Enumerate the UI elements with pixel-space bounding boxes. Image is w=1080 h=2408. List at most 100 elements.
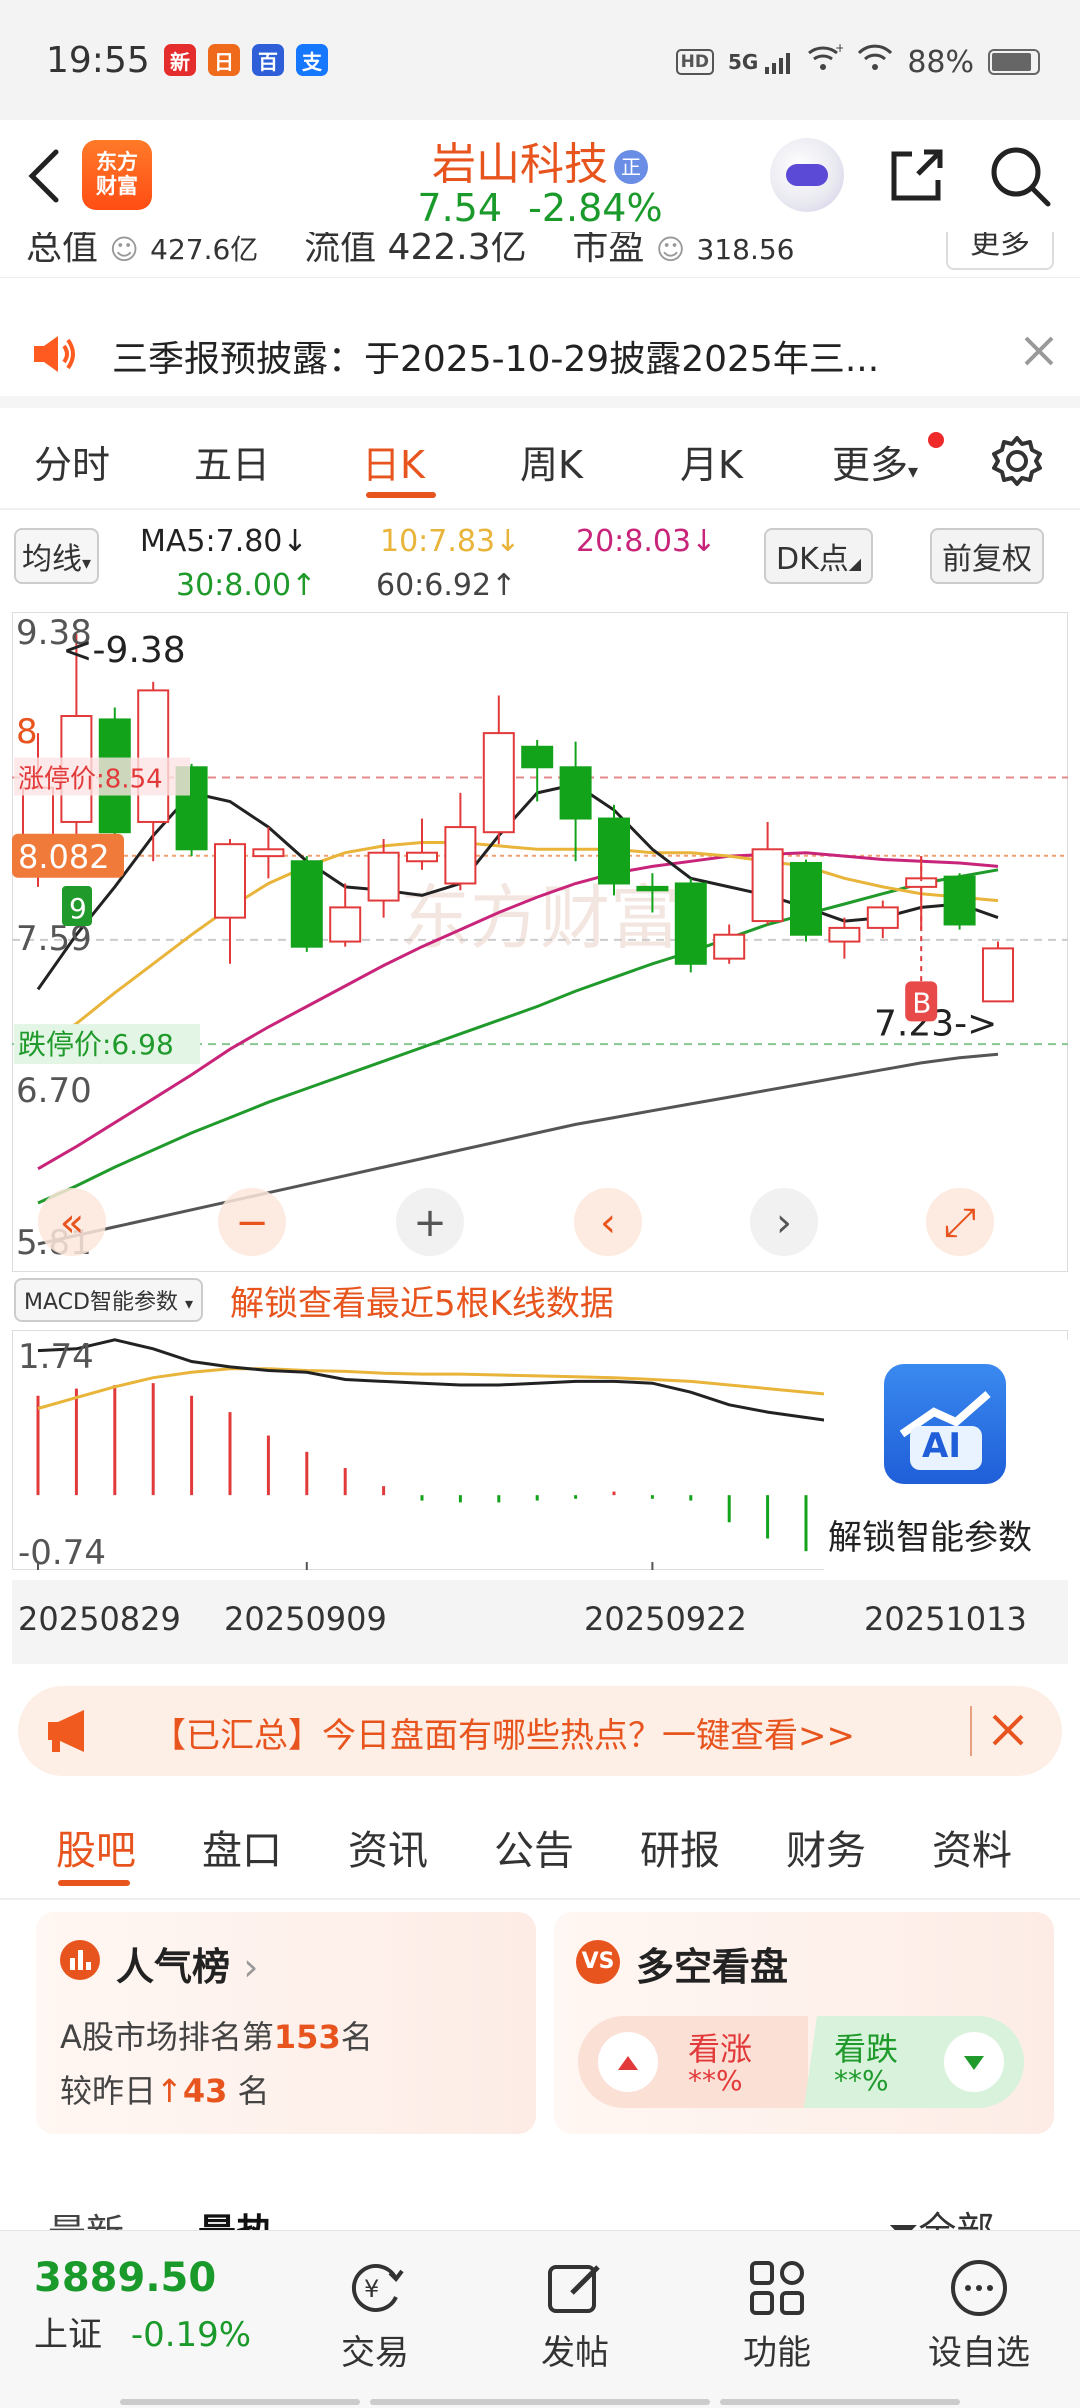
macd-chip[interactable]: MACD智能参数 ▾ xyxy=(14,1278,203,1322)
chart-settings-button[interactable] xyxy=(990,434,1044,492)
feed-filter-row: 最新 最热 ⏷全部 xyxy=(0,2176,1080,2230)
indicator-selector-label: 均线 xyxy=(22,542,82,577)
speaker-icon xyxy=(30,332,78,380)
promo-text: 【已汇总】今日盘面有哪些热点？一键查看>> xyxy=(152,1716,855,1756)
popularity-title: 人气榜 › xyxy=(116,1936,258,1991)
chart-period-tabs: 分时 五日 日K 周K 月K 更多▾ xyxy=(0,410,1080,510)
left-icon[interactable]: ‹ xyxy=(574,1188,642,1256)
indicator-selector[interactable]: 均线▾ xyxy=(14,528,100,584)
down-value: **% xyxy=(834,2064,889,2097)
tab-guba[interactable]: 股吧 xyxy=(56,1818,136,1876)
popularity-rank: A股市场排名第153名 xyxy=(60,2012,373,2058)
right-icon[interactable]: › xyxy=(750,1188,818,1256)
kline-chart[interactable]: 东方财富9.3887.596.705.81涨停价:8.548.082跌停价:6.… xyxy=(12,612,1068,1272)
macd-top-label: 1.74 xyxy=(18,1337,94,1377)
candle xyxy=(444,826,477,885)
tab-profile[interactable]: 资料 xyxy=(932,1818,1012,1876)
tab-announcements[interactable]: 公告 xyxy=(494,1818,574,1876)
y-axis-label: 6.70 xyxy=(16,1071,92,1111)
limit-up-label: 涨停价:8.54 xyxy=(18,765,163,795)
longshort-vote: 看涨 **% 看跌 **% xyxy=(578,2016,1024,2108)
vote-up-button[interactable]: 看涨 **% xyxy=(578,2016,808,2108)
minus-icon[interactable]: − xyxy=(218,1188,286,1256)
candle xyxy=(214,843,246,919)
tab-news[interactable]: 资讯 xyxy=(348,1818,428,1876)
more-circle-icon xyxy=(904,2257,1054,2319)
filter-button[interactable]: ⏷全部 xyxy=(888,2200,994,2230)
calendar-app-icon: 日 xyxy=(208,44,240,76)
caret-down-icon: ▾ xyxy=(908,459,919,483)
more-metrics-button[interactable]: 更多 xyxy=(946,232,1054,270)
trade-icon: ¥ xyxy=(300,2257,450,2319)
tab-monthly-k[interactable]: 月K xyxy=(680,434,743,489)
buy-marker: B xyxy=(912,986,931,1019)
double-left-icon[interactable]: « xyxy=(38,1188,106,1256)
tab-financials[interactable]: 财务 xyxy=(786,1818,866,1876)
svg-text:⤢: ⤢ xyxy=(944,1200,976,1246)
candle xyxy=(252,848,285,858)
candle xyxy=(367,851,400,902)
hd-icon: HD xyxy=(675,49,714,75)
expand-icon[interactable]: ⤢ xyxy=(926,1188,994,1256)
ai-badge-text: AI xyxy=(922,1426,961,1466)
tab-daily-k[interactable]: 日K xyxy=(362,434,425,489)
nav-post[interactable]: 发帖 xyxy=(500,2257,650,2374)
float-value: 422.3亿 xyxy=(387,232,527,268)
tab-hot[interactable]: 最热 xyxy=(198,2202,274,2230)
status-bar: 19:55 新日百支 HD 5G + 88% xyxy=(0,0,1080,120)
macd-selector[interactable]: MACD智能参数 ▾ xyxy=(14,1278,203,1322)
candle xyxy=(866,906,899,929)
chart-bars-icon xyxy=(60,1940,100,1980)
candle xyxy=(943,875,976,926)
nav-functions[interactable]: 功能 xyxy=(702,2257,852,2374)
candle xyxy=(329,906,362,943)
ai-unlock-panel[interactable]: AI 解锁智能参数 xyxy=(824,1340,1068,1580)
total-value-label: 总值 xyxy=(26,232,99,268)
share-button[interactable] xyxy=(884,142,950,212)
news-app-icon: 新 xyxy=(164,44,196,76)
tab-pankou[interactable]: 盘口 xyxy=(202,1818,282,1876)
moving-average-legend: 均线▾ MA5:7.80↓ 10:7.83↓ 20:8.03↓ 30:8.00↑… xyxy=(0,518,1080,608)
tab-more[interactable]: 更多▾ xyxy=(832,434,918,489)
high-annotation: <-9.38 xyxy=(62,630,185,671)
vote-down-button[interactable]: 看跌 **% xyxy=(814,2016,1024,2108)
plus-icon[interactable]: + xyxy=(396,1188,464,1256)
tab-weekly-k[interactable]: 周K xyxy=(520,434,583,489)
longshort-card[interactable]: VS 多空看盘 看涨 **% 看跌 **% xyxy=(554,1912,1054,2134)
hotspot-promo-banner[interactable]: 【已汇总】今日盘面有哪些热点？一键查看>> xyxy=(18,1686,1062,1776)
candle xyxy=(598,817,630,885)
earnings-notice[interactable]: 三季报预披露：于2025-10-29披露2025年三... xyxy=(0,300,1080,408)
index-widget[interactable]: 3889.50 上证 -0.19% xyxy=(34,2255,251,2356)
megaphone-icon xyxy=(44,1708,96,1758)
dk-point-toggle[interactable]: DK点◢ xyxy=(764,528,874,584)
corner-triangle-icon: ◢ xyxy=(848,554,862,573)
popularity-card[interactable]: 人气榜 › A股市场排名第153名 较昨日↑43 名 xyxy=(36,1912,536,2134)
nav-trade-label: 交易 xyxy=(341,2333,409,2373)
tab-intraday[interactable]: 分时 xyxy=(34,434,110,489)
search-button[interactable] xyxy=(986,142,1054,214)
tab-research[interactable]: 研报 xyxy=(640,1818,720,1876)
adjust-mode-button[interactable]: 前复权 xyxy=(930,528,1044,584)
candle xyxy=(828,926,861,943)
active-tab-indicator xyxy=(366,492,436,498)
close-notice-button[interactable] xyxy=(1022,334,1056,372)
date-label: 20251013 xyxy=(864,1600,1027,1638)
ai-assistant-avatar[interactable] xyxy=(770,138,844,212)
current-price-label: 8.082 xyxy=(18,838,110,876)
nav-post-label: 发帖 xyxy=(541,2333,609,2373)
filter-icon: ⏷ xyxy=(888,2209,918,2230)
close-promo-button[interactable] xyxy=(990,1712,1026,1752)
candle xyxy=(636,885,669,892)
limit-down-label: 跌停价:6.98 xyxy=(18,1028,174,1061)
promo-divider xyxy=(970,1706,972,1756)
ma5-label: MA5:7.80↓ xyxy=(140,524,308,559)
tab-latest[interactable]: 最新 xyxy=(48,2202,124,2230)
unlock-kline-link[interactable]: 解锁查看最近5根K线数据 xyxy=(230,1276,614,1325)
edit-icon xyxy=(500,2257,650,2319)
tab-five-day[interactable]: 五日 xyxy=(194,434,270,489)
date-axis: 20250829 20250909 20250922 20251013 xyxy=(12,1580,1068,1664)
nav-trade[interactable]: ¥ 交易 xyxy=(300,2257,450,2374)
bottom-navigation: 3889.50 上证 -0.19% ¥ 交易 发帖 功能 设自选 xyxy=(0,2230,1080,2408)
search-icon xyxy=(991,147,1051,207)
nav-add-watchlist[interactable]: 设自选 xyxy=(904,2257,1054,2374)
